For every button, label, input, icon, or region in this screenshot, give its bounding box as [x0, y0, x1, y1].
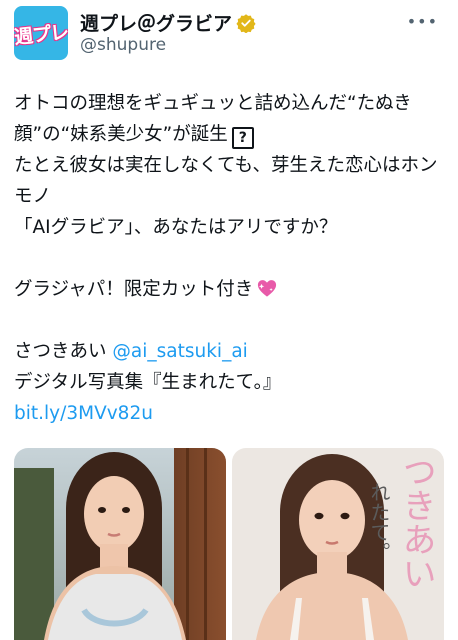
tweet-line-7: さつきあい @ai_satsuki_ai [14, 336, 448, 367]
url-link[interactable]: bit.ly/3MVv82u [14, 398, 448, 429]
account-display-name[interactable]: 週プレ＠グラビア [80, 9, 256, 36]
sparkling-heart-icon [258, 280, 277, 297]
photo-left-image [14, 448, 226, 640]
media-photo-right[interactable]: つきあい れたて。 [232, 448, 444, 640]
tweet-line-3: たとえ彼女は実在しなくても、芽生えた恋心はホン [14, 155, 438, 176]
account-avatar[interactable]: 週プレ [14, 6, 68, 60]
display-name-text: 週プレ＠グラビア [80, 13, 233, 35]
unknown-glyph-icon: ? [231, 127, 254, 149]
verified-badge-icon [236, 13, 256, 33]
tweet-line-2: 顔”の“妹系美少女”が誕生? [14, 119, 448, 150]
tweet-line-4: モノ [14, 186, 52, 207]
tweet-line-8: デジタル写真集『生まれたて。』 [14, 372, 282, 393]
avatar-logo-text: 週プレ [14, 20, 68, 49]
mention-link[interactable]: @ai_satsuki_ai [112, 341, 247, 362]
media-photo-left[interactable] [14, 448, 226, 640]
account-handle[interactable]: @shupure [80, 35, 166, 55]
tweet-text: オトコの理想をギュギュッと詰め込んだ“たぬき 顔”の“妹系美少女”が誕生? たと… [14, 88, 448, 429]
tweet-line-7-prefix: さつきあい [14, 341, 113, 362]
tweet-line-6-text: グラジャパ！限定カット付き [14, 279, 254, 300]
more-options-icon[interactable]: ••• [407, 12, 438, 31]
photo-overlay-subtitle: れたて。 [367, 482, 391, 562]
tweet-line-6: グラジャパ！限定カット付き [14, 274, 448, 305]
photo-overlay-title: つきあい [396, 454, 436, 590]
tweet-line-5: 「AIグラビア」、あなたはアリですか？ [14, 217, 338, 238]
tweet-line-1: オトコの理想をギュギュッと詰め込んだ“たぬき [14, 93, 412, 114]
tweet-media: つきあい れたて。 [14, 448, 444, 640]
tweet-line-2-text: 顔”の“妹系美少女”が誕生 [14, 124, 228, 145]
